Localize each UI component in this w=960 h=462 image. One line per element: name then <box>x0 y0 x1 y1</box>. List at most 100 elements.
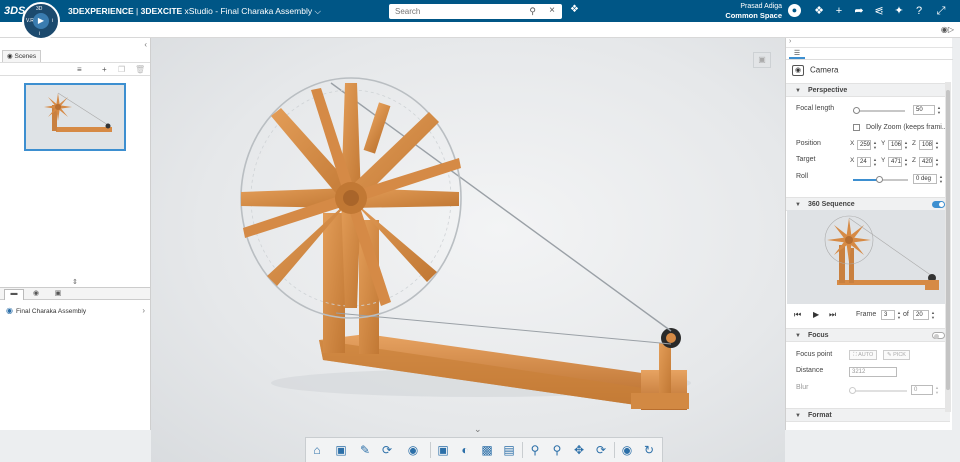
focus-toggle[interactable] <box>932 332 945 339</box>
target-y-stepper[interactable]: ▲ ▼ <box>903 157 909 167</box>
format-header[interactable]: ▼ Format <box>786 408 950 422</box>
sequence-toggle[interactable] <box>932 201 945 208</box>
position-y-field[interactable]: 106 <box>888 140 902 150</box>
search-input[interactable] <box>389 4 519 19</box>
slider-knob[interactable] <box>853 107 860 114</box>
camera-toggle-icon[interactable]: ◉▷ <box>941 25 954 34</box>
frame-stepper[interactable]: ▲ ▼ <box>896 310 902 320</box>
tag-outline-icon[interactable]: ❖ <box>812 4 826 18</box>
focal-length-stepper[interactable]: ▲ ▼ <box>936 105 942 115</box>
focus-auto-button[interactable]: ⛶ AUTO <box>849 350 878 360</box>
filter-icon[interactable]: ≡ <box>77 65 82 74</box>
search-icon[interactable]: ⚲ <box>529 6 536 17</box>
close-icon[interactable]: × <box>549 5 555 16</box>
delete-icon[interactable]: 🗑 <box>135 65 145 74</box>
total-frames-field[interactable]: 20 <box>913 310 929 320</box>
render-icon[interactable]: ▣ <box>753 52 771 68</box>
app-title[interactable]: 3DEXPERIENCE | 3DEXCITE xStudio - Final … <box>68 6 321 17</box>
compass-tools-icon[interactable]: ✦ <box>892 4 906 18</box>
triangle-down-icon: ▼ <box>795 88 801 94</box>
blur-stepper[interactable]: ▲ ▼ <box>934 385 940 395</box>
3d-viewport[interactable]: ▣ ⌄ <box>151 38 785 462</box>
distance-field[interactable]: 3212 <box>849 367 897 377</box>
position-x-stepper[interactable]: ▲ ▼ <box>872 140 878 150</box>
annotate-icon[interactable]: ✎ <box>356 441 374 459</box>
settings-tab-icon[interactable]: ☰ <box>789 49 805 59</box>
blur-slider[interactable] <box>849 387 907 394</box>
expand-icon[interactable]: ⤢ <box>934 4 948 18</box>
step-forward-icon[interactable]: ⏭ <box>829 310 836 320</box>
tag-icon[interactable]: ❖ <box>570 4 579 15</box>
frame-label: Frame <box>856 311 877 318</box>
image-icon[interactable]: ▣ <box>434 441 452 459</box>
target-x-stepper[interactable]: ▲ ▼ <box>872 157 878 167</box>
rotate-icon[interactable]: ⟳ <box>592 441 610 459</box>
compass-widget[interactable]: 3D V.R i i ▶ <box>22 2 60 40</box>
dolly-zoom-checkbox[interactable] <box>853 124 860 131</box>
zoom-area-icon[interactable]: ⚲ <box>548 441 566 459</box>
zoom-icon[interactable]: ⚲ <box>526 441 544 459</box>
tab-images[interactable]: ▣ <box>48 289 68 300</box>
layout-icon[interactable]: ▤ <box>500 441 518 459</box>
tree-item[interactable]: ◉ Final Charaka Assembly › <box>6 306 147 318</box>
user-info[interactable]: Prasad Adiga Common Space <box>720 2 782 20</box>
add-scene-icon[interactable]: + <box>102 65 107 74</box>
right-panel-scrollbar[interactable] <box>945 82 951 412</box>
scenes-icon: ◉ <box>7 53 13 60</box>
focus-header[interactable]: ▼ Focus <box>786 328 950 342</box>
sequence-header[interactable]: ▼ 360 Sequence <box>786 197 950 211</box>
charaka-model[interactable] <box>151 38 785 462</box>
frame-field[interactable]: 3 <box>881 310 895 320</box>
roll-slider[interactable] <box>853 176 908 183</box>
tab-materials[interactable]: ◉ <box>26 289 46 300</box>
duplicate-icon[interactable]: ❐ <box>118 65 125 74</box>
blur-field[interactable]: 0 <box>911 385 933 395</box>
chevron-down-icon[interactable]: ⌵ <box>314 6 320 16</box>
tab-tree[interactable]: ▬ <box>4 289 24 300</box>
target-z-field[interactable]: 420 <box>919 157 933 167</box>
focus-pick-button[interactable]: ✎ PICK <box>883 350 910 360</box>
refresh-icon[interactable]: ↻ <box>640 441 658 459</box>
sync-icon[interactable]: ⟳ <box>378 441 396 459</box>
chevron-right-icon[interactable]: › <box>142 306 145 315</box>
right-panel-header: › <box>786 38 953 48</box>
target-x-field[interactable]: 24 <box>857 157 871 167</box>
play-icon[interactable]: ▶ <box>33 13 49 29</box>
target-z-stepper[interactable]: ▲ ▼ <box>934 157 940 167</box>
search-box[interactable]: ⚲ × <box>389 4 562 19</box>
home-icon[interactable]: ⌂ <box>308 441 326 459</box>
chevron-down-icon[interactable]: ⌄ <box>474 424 482 435</box>
network-icon[interactable]: ⪗ <box>872 4 886 18</box>
focal-length-field[interactable]: 50 <box>913 105 935 115</box>
add-icon[interactable]: + <box>832 4 846 18</box>
slider-knob[interactable] <box>849 387 856 394</box>
position-y-stepper[interactable]: ▲ ▼ <box>903 140 909 150</box>
capture-icon[interactable]: ▩ <box>478 441 496 459</box>
position-z-stepper[interactable]: ▲ ▼ <box>934 140 940 150</box>
position-z-field[interactable]: 108 <box>919 140 933 150</box>
slider-knob[interactable] <box>876 176 883 183</box>
camera-icon[interactable]: ◉ <box>618 441 636 459</box>
tab-scenes[interactable]: ◉ Scenes <box>2 50 42 62</box>
collapse-left-icon[interactable]: ‹ <box>144 40 147 49</box>
target-y-field[interactable]: 471 <box>888 157 902 167</box>
resize-handle[interactable]: ⇕ <box>72 278 78 286</box>
view-icon[interactable]: ◐ <box>456 441 474 459</box>
user-icon[interactable]: ● <box>788 4 801 17</box>
focal-length-slider[interactable] <box>853 107 905 114</box>
play-icon[interactable]: ▶ <box>813 310 819 319</box>
step-back-icon[interactable]: ⏮ <box>794 310 801 320</box>
collapse-right-icon[interactable]: › <box>789 38 791 45</box>
scroll-thumb[interactable] <box>946 90 950 390</box>
help-icon[interactable]: ? <box>912 4 926 18</box>
save-icon[interactable]: ▣ <box>332 441 350 459</box>
total-frames-stepper[interactable]: ▲ ▼ <box>930 310 936 320</box>
roll-field[interactable]: 0 deg <box>913 174 937 184</box>
scene-thumbnail[interactable] <box>24 83 126 151</box>
render-mode-icon[interactable]: ◉ <box>404 441 422 459</box>
roll-stepper[interactable]: ▲ ▼ <box>938 174 944 184</box>
position-x-field[interactable]: 259 <box>857 140 871 150</box>
share-arrow-icon[interactable]: ➦ <box>852 4 866 18</box>
pan-icon[interactable]: ✥ <box>570 441 588 459</box>
perspective-header[interactable]: ▼ Perspective <box>786 83 950 97</box>
